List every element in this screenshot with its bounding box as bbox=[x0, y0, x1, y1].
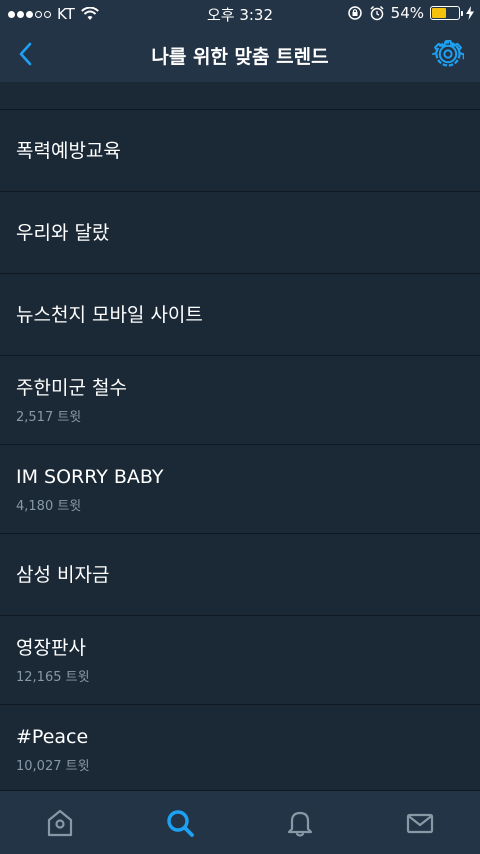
home-icon bbox=[47, 809, 73, 836]
status-right: 54% bbox=[347, 4, 474, 22]
trend-item[interactable]: 삼성 비자금 bbox=[0, 534, 480, 616]
page-title: 나를 위한 맞춤 트렌드 bbox=[151, 46, 329, 68]
trend-item[interactable]: 뉴스천지 모바일 사이트 bbox=[0, 274, 480, 356]
trend-name: 영장판사 bbox=[16, 636, 86, 659]
trend-name: 삼성 비자금 bbox=[16, 563, 110, 586]
battery-percent: 54% bbox=[390, 4, 424, 22]
trend-name: 주한미군 철수 bbox=[16, 376, 127, 399]
status-bar: KT 오후 3:32 54% bbox=[0, 0, 480, 28]
list-top-spacer bbox=[0, 82, 480, 110]
trend-name: 뉴스천지 모바일 사이트 bbox=[16, 303, 203, 326]
search-icon bbox=[167, 809, 194, 837]
charging-icon bbox=[466, 6, 474, 20]
trend-item[interactable]: #Peace 10,027 트윗 bbox=[0, 705, 480, 790]
trend-name: #Peace bbox=[16, 725, 89, 748]
trend-item[interactable]: IM SORRY BABY 4,180 트윗 bbox=[0, 445, 480, 534]
battery-icon bbox=[430, 6, 463, 20]
envelope-icon bbox=[406, 813, 434, 833]
trend-item[interactable]: 주한미군 철수 2,517 트윗 bbox=[0, 356, 480, 445]
tab-home[interactable] bbox=[0, 791, 120, 854]
battery-level bbox=[432, 8, 447, 18]
alarm-icon bbox=[370, 5, 384, 21]
trend-tweet-count: 10,027 트윗 bbox=[16, 758, 90, 774]
trend-name: 폭력예방교육 bbox=[16, 139, 121, 162]
trend-tweet-count: 2,517 트윗 bbox=[16, 409, 82, 425]
trend-item[interactable]: 영장판사 12,165 트윗 bbox=[0, 616, 480, 705]
rotation-lock-icon bbox=[347, 6, 362, 20]
gear-icon bbox=[432, 40, 465, 67]
settings-button[interactable] bbox=[432, 38, 465, 70]
tab-messages[interactable] bbox=[360, 791, 480, 854]
trends-list[interactable]: 폭력예방교육 우리와 달랐 뉴스천지 모바일 사이트 주한미군 철수 2,517… bbox=[0, 82, 480, 790]
trend-name: IM SORRY BABY bbox=[16, 465, 164, 488]
trend-tweet-count: 4,180 트윗 bbox=[16, 498, 82, 514]
screen: KT 오후 3:32 54% 나를 위한 맞춤 트렌드 폭력예방교육 우리와 달… bbox=[0, 0, 480, 854]
tab-notifications[interactable] bbox=[240, 791, 360, 854]
tab-search[interactable] bbox=[120, 791, 240, 854]
trend-name: 우리와 달랐 bbox=[16, 221, 110, 244]
trend-item[interactable]: 폭력예방교육 bbox=[0, 110, 480, 192]
trend-tweet-count: 12,165 트윗 bbox=[16, 669, 90, 685]
tab-bar bbox=[0, 790, 480, 854]
bell-icon bbox=[287, 811, 313, 837]
trend-item[interactable]: 우리와 달랐 bbox=[0, 192, 480, 274]
nav-bar: 나를 위한 맞춤 트렌드 bbox=[0, 28, 480, 82]
